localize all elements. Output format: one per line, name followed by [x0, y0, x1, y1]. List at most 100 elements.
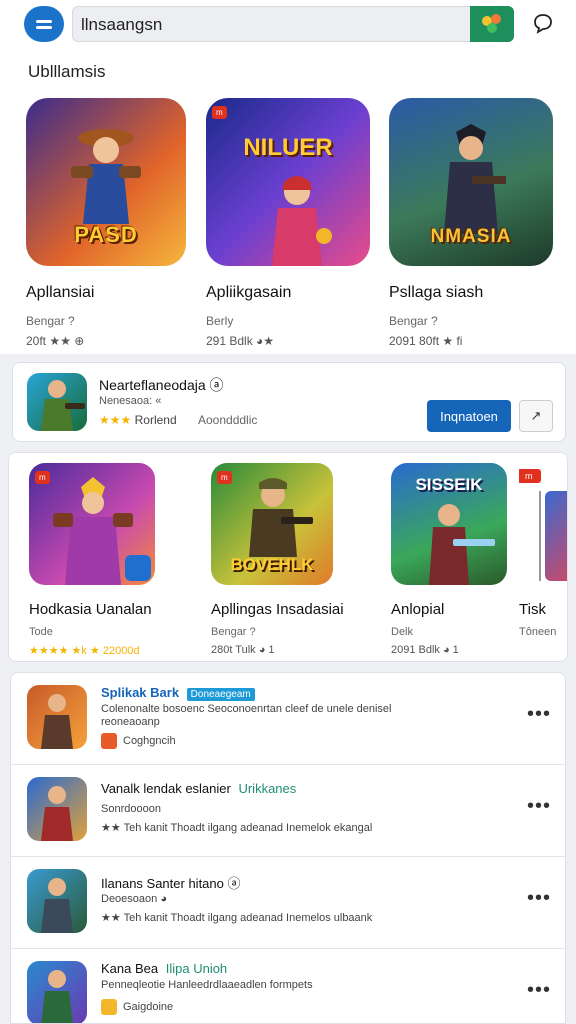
- app-category: Tôneen: [519, 626, 557, 638]
- app-category: Bengar ?: [389, 314, 438, 328]
- rating-stars: ★★★: [99, 413, 132, 427]
- character-art: [444, 124, 506, 234]
- list-item-icon: [27, 777, 87, 841]
- character-art: [272, 176, 332, 266]
- app-meta: 2091 80ft ★ fi: [389, 334, 463, 348]
- list-item-title: Ilanans Santer hitano ⓐ: [101, 873, 240, 892]
- list-item-rating-line: ★★ Teh kanit Thoadt ilgang adeanad Ineme…: [101, 822, 373, 834]
- list-item-description: Colenonalte bosoenc Seoconoenrtan cleef …: [101, 703, 392, 715]
- list-item-name: Ilanans Santer hitano ⓐ: [101, 876, 241, 891]
- new-badge: m: [217, 471, 232, 484]
- app-thumbnail: m: [519, 463, 567, 585]
- app-badge-icon: [125, 555, 151, 581]
- more-options-icon[interactable]: •••: [527, 888, 551, 908]
- featured-app-subtitle: Nenesaoa: «: [99, 395, 162, 407]
- app-category: Berly: [206, 314, 234, 328]
- list-item[interactable]: Splikak Bark Doneaegeam Colenonalte boso…: [11, 673, 565, 765]
- developer-badge-icon: [101, 999, 117, 1015]
- list-item[interactable]: Kana Bea Ilipa Unioh Penneqleotie Hanlee…: [11, 949, 565, 1023]
- search-submit-button[interactable]: [470, 6, 514, 42]
- list-item[interactable]: Ilanans Santer hitano ⓐ Deoesoaon ◕ ★★ T…: [11, 857, 565, 949]
- app-thumbnail: m: [29, 463, 155, 585]
- featured-app[interactable]: Nearteflaneodaja ⓐ Nenesaoa: « ★★★ Rorle…: [12, 362, 566, 442]
- app-category: Delk: [391, 626, 414, 638]
- app-thumbnail: m NILUER: [206, 98, 370, 266]
- app-card[interactable]: m NILUER Apliikgasain Berly 291 Bdlk ◕★: [206, 98, 370, 348]
- app-thumbnail: SISSEIK: [391, 463, 507, 585]
- more-options-icon[interactable]: •••: [527, 796, 551, 816]
- thumbnail-title: SISSEIK: [415, 475, 483, 494]
- app-card[interactable]: m BOVEHLK Apllingas Insadasiai Bengar ? …: [211, 463, 344, 656]
- featured-app-icon: [27, 373, 87, 431]
- featured-app-rating: ★★★ Rorlend Aoondddlic: [99, 413, 257, 427]
- chat-bubble-icon[interactable]: [532, 12, 554, 34]
- app-name: Hodkasia Uanalan: [29, 601, 152, 618]
- app-meta: 2091 Bdlk ◕ 1: [391, 644, 459, 656]
- more-options-icon[interactable]: •••: [527, 704, 551, 724]
- list-item-tag: Ilipa Unioh: [165, 961, 228, 976]
- list-item-subtitle: Sonrdoooon: [101, 803, 161, 815]
- list-item-tag: Doneaegeam: [186, 688, 255, 701]
- list-item-title: Kana Bea Ilipa Unioh: [101, 961, 227, 976]
- list-item-name: Kana Bea: [101, 961, 159, 976]
- app-carousel[interactable]: m Hodkasia Uanalan Tode ★★★★ ★k ★ 22000d…: [8, 452, 568, 662]
- app-category: Bengar ?: [26, 314, 75, 328]
- menu-icon[interactable]: [24, 6, 64, 42]
- search-input[interactable]: llnsaangsn: [72, 6, 514, 42]
- app-meta: 20ft ★★ ⊕: [26, 334, 85, 348]
- app-thumbnail: PASD: [26, 98, 186, 266]
- thumbnail-title: NMASIA: [430, 226, 512, 247]
- app-name: Tisk: [519, 601, 546, 618]
- app-meta: 280t Tulk ◕ 1: [211, 644, 275, 656]
- list-item-tag: Urikkanes: [238, 781, 297, 796]
- app-card[interactable]: PASD Apllansiai Bengar ? 20ft ★★ ⊕: [26, 98, 186, 348]
- partial-thumbnail: [545, 491, 567, 581]
- list-item-subtitle: Deoesoaon ◕: [101, 893, 167, 905]
- list-item-name: Splikak Bark: [101, 685, 180, 700]
- thumbnail-title: BOVEHLK: [230, 555, 314, 574]
- app-name: Apllingas Insadasiai: [211, 601, 344, 618]
- app-card[interactable]: m Tisk Tôneen: [519, 463, 567, 638]
- list-item-icon: [27, 685, 87, 749]
- list-item-title: Splikak Bark Doneaegeam: [101, 685, 255, 701]
- app-thumbnail: m BOVEHLK: [211, 463, 333, 585]
- new-badge: m: [35, 471, 50, 484]
- share-button[interactable]: ↗: [519, 400, 553, 432]
- section-title: Ublllamsis: [28, 62, 106, 81]
- install-button[interactable]: Inqnatoen: [427, 400, 511, 432]
- developer-badge-icon: [101, 733, 117, 749]
- app-name: Psllaga siash: [389, 284, 484, 301]
- app-name: Apliikgasain: [206, 284, 292, 301]
- divider: [539, 491, 541, 581]
- app-thumbnail: NMASIA: [389, 98, 553, 266]
- developer-name: Gaigdoine: [123, 1000, 174, 1013]
- app-card[interactable]: m Hodkasia Uanalan Tode ★★★★ ★k ★ 22000d: [29, 463, 155, 657]
- developer-name: Coghgncih: [123, 734, 176, 747]
- list-item-description-cont: reoneaoanp: [101, 716, 160, 728]
- list-item-title: Vanalk lendak eslanier Urikkanes: [101, 781, 296, 796]
- list-item-description: Penneqleotie Hanleedrdlaaeadlen formpets: [101, 979, 313, 991]
- app-meta: 291 Bdlk ◕★: [206, 334, 275, 348]
- thumbnail-title: NILUER: [243, 134, 333, 161]
- featured-app-title: Nearteflaneodaja ⓐ: [99, 377, 224, 393]
- list-item-developer: Gaigdoine: [101, 999, 173, 1015]
- search-text: llnsaangsn: [81, 15, 163, 34]
- developer-text: Aoondddlic: [198, 413, 258, 427]
- list-item[interactable]: Vanalk lendak eslanier Urikkanes Sonrdoo…: [11, 765, 565, 857]
- list-item-name: Vanalk lendak eslanier: [101, 781, 231, 796]
- list-item-icon: [27, 961, 87, 1023]
- app-name: Apllansiai: [26, 284, 95, 301]
- list-item-rating-line: ★★ Teh kanit Thoadt ilgang adeanad Ineme…: [101, 912, 373, 924]
- app-name: Anlopial: [391, 601, 445, 618]
- app-meta: ★★★★ ★k ★ 22000d: [29, 645, 140, 657]
- app-list: Splikak Bark Doneaegeam Colenonalte boso…: [10, 672, 566, 1024]
- app-card[interactable]: NMASIA Psllaga siash Bengar ? 2091 80ft …: [389, 98, 553, 348]
- app-category: Tode: [29, 626, 53, 638]
- top-bar: llnsaangsn: [0, 0, 576, 56]
- more-options-icon[interactable]: •••: [527, 980, 551, 1000]
- app-card[interactable]: SISSEIK Anlopial Delk 2091 Bdlk ◕ 1: [391, 463, 507, 656]
- list-item-developer: Coghgncih: [101, 733, 176, 749]
- thumbnail-title: PASD: [74, 222, 138, 247]
- character-art: [71, 129, 141, 224]
- new-badge: m: [519, 469, 541, 483]
